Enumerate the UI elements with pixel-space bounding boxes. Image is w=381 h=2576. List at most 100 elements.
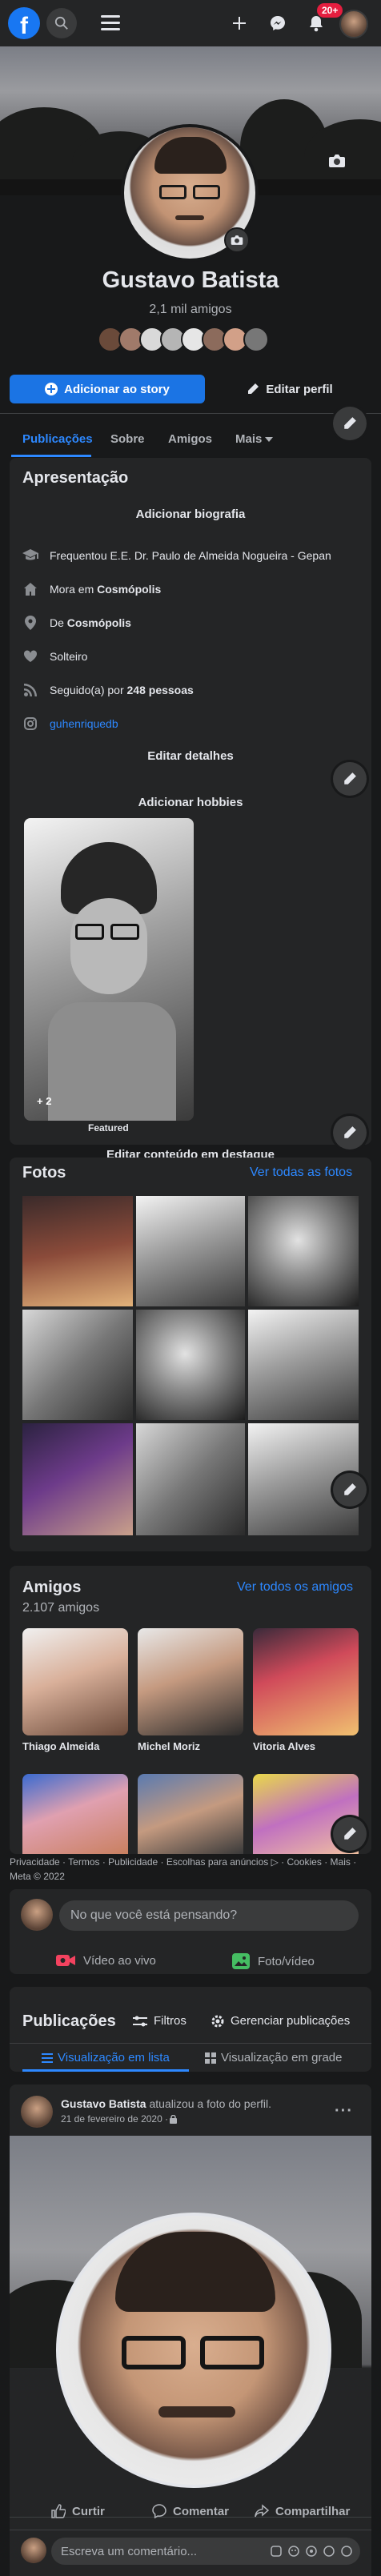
sticker-face-icon[interactable] bbox=[341, 2546, 352, 2557]
featured-more-count: + 2 bbox=[37, 1095, 52, 1107]
post-author-name[interactable]: Gustavo Batista bbox=[61, 2097, 146, 2110]
post-header-text: Gustavo Batista atualizou a foto do perf… bbox=[61, 2097, 325, 2110]
followers-count[interactable]: 248 pessoas bbox=[127, 684, 194, 696]
pencil-icon bbox=[344, 772, 356, 784]
pencil-icon bbox=[344, 1483, 356, 1495]
photo-thumbnail[interactable] bbox=[248, 1196, 359, 1306]
thumbs-up-icon bbox=[51, 2504, 66, 2518]
photo-video-label: Foto/vídeo bbox=[258, 1954, 315, 1968]
live-video-icon bbox=[56, 1955, 75, 1966]
facebook-logo[interactable]: f bbox=[8, 7, 40, 39]
composer-input[interactable]: No que você está pensando? bbox=[59, 1900, 359, 1931]
profile-camera-icon[interactable] bbox=[224, 227, 250, 253]
grid-view-tab[interactable]: Visualização em grade bbox=[205, 2051, 342, 2064]
location-pin-icon bbox=[22, 615, 38, 631]
comment-label: Comentar bbox=[173, 2504, 230, 2518]
relationship-text: Solteiro bbox=[50, 650, 88, 663]
edit-fab-button[interactable] bbox=[333, 1817, 367, 1851]
photo-video-button[interactable]: Foto/vídeo bbox=[232, 1953, 315, 1969]
comment-input[interactable]: Escreva um comentário... bbox=[51, 2538, 360, 2565]
more-options-icon[interactable]: ··· bbox=[335, 2102, 353, 2121]
friend-name[interactable]: Vitoria Alves bbox=[253, 1740, 315, 1752]
list-view-label: Visualização em lista bbox=[58, 2051, 170, 2064]
intro-relationship: Solteiro bbox=[22, 648, 87, 664]
intro-from: De Cosmópolis bbox=[22, 615, 131, 631]
friend-photo[interactable] bbox=[253, 1628, 359, 1735]
pencil-icon bbox=[344, 1828, 356, 1840]
friend-photo[interactable] bbox=[22, 1774, 128, 1854]
comment-button[interactable]: Comentar bbox=[152, 2504, 229, 2518]
featured-label: Featured bbox=[88, 1122, 129, 1134]
intro-education: Frequentou E.E. Dr. Paulo de Almeida Nog… bbox=[22, 548, 331, 564]
share-label: Compartilhar bbox=[275, 2504, 351, 2518]
list-icon bbox=[42, 2052, 53, 2063]
edit-fab-button[interactable] bbox=[333, 1473, 367, 1507]
lock-icon bbox=[170, 2114, 178, 2124]
intro-lives-in: Mora em Cosmópolis bbox=[22, 581, 161, 597]
composer-avatar[interactable] bbox=[21, 1899, 53, 1931]
comment-avatar[interactable] bbox=[21, 2538, 46, 2563]
lives-in-city[interactable]: Cosmópolis bbox=[97, 583, 161, 596]
menu-icon[interactable] bbox=[101, 14, 120, 32]
edit-fab-button[interactable] bbox=[333, 407, 367, 440]
profile-name: Gustavo Batista bbox=[102, 267, 279, 293]
edit-profile-button[interactable]: Editar perfil bbox=[240, 375, 339, 403]
photo-thumbnail[interactable] bbox=[136, 1310, 245, 1420]
see-all-photos-link[interactable]: Ver todas as fotos bbox=[250, 1166, 352, 1180]
search-icon[interactable] bbox=[46, 8, 77, 38]
plus-icon[interactable] bbox=[224, 8, 255, 38]
add-to-story-button[interactable]: Adicionar ao story bbox=[10, 375, 205, 403]
footer-links[interactable]: Privacidade · Termos · Publicidade · Esc… bbox=[10, 1856, 375, 1869]
plus-circle-icon bbox=[45, 383, 58, 395]
emoji-icon[interactable] bbox=[288, 2546, 299, 2557]
photo-thumbnail[interactable] bbox=[248, 1310, 359, 1420]
messenger-icon[interactable] bbox=[263, 8, 293, 38]
account-avatar[interactable] bbox=[339, 10, 368, 38]
filters-label: Filtros bbox=[154, 2014, 186, 2028]
education-text: Frequentou E.E. Dr. Paulo de Almeida Nog… bbox=[50, 549, 331, 562]
filters-button[interactable]: Filtros bbox=[133, 2014, 186, 2028]
add-bio-button[interactable]: Adicionar biografia bbox=[0, 508, 381, 521]
followers-prefix: Seguido(a) por bbox=[50, 684, 127, 696]
see-all-friends-link[interactable]: Ver todos os amigos bbox=[237, 1580, 353, 1595]
featured-collection[interactable] bbox=[24, 818, 194, 1121]
edit-details-button[interactable]: Editar detalhes bbox=[0, 749, 381, 763]
manage-posts-button[interactable]: Gerenciar publicações bbox=[211, 2014, 350, 2028]
camera-icon[interactable] bbox=[306, 2546, 317, 2557]
like-button[interactable]: Curtir bbox=[51, 2504, 105, 2518]
post-date[interactable]: 21 de fevereiro de 2020 · bbox=[61, 2113, 168, 2125]
list-view-tab[interactable]: Visualização em lista bbox=[42, 2051, 170, 2064]
friend-photo[interactable] bbox=[138, 1774, 243, 1854]
friend-photo[interactable] bbox=[22, 1628, 128, 1735]
from-city[interactable]: Cosmópolis bbox=[67, 616, 131, 629]
from-prefix: De bbox=[50, 616, 67, 629]
photo-thumbnail[interactable] bbox=[22, 1423, 133, 1535]
add-hobbies-button[interactable]: Adicionar hobbies bbox=[0, 796, 381, 809]
photo-thumbnail[interactable] bbox=[22, 1310, 133, 1420]
share-button[interactable]: Compartilhar bbox=[255, 2504, 350, 2518]
tab-mais[interactable]: Mais bbox=[235, 432, 274, 446]
live-video-button[interactable]: Vídeo ao vivo bbox=[56, 1953, 156, 1968]
post-image[interactable] bbox=[10, 2136, 371, 2517]
friend-name[interactable]: Thiago Almeida bbox=[22, 1740, 99, 1752]
instagram-link[interactable]: guhenriquedb bbox=[50, 717, 118, 730]
cover-camera-icon[interactable] bbox=[328, 154, 346, 168]
edit-fab-button[interactable] bbox=[333, 1116, 367, 1150]
gif-icon[interactable] bbox=[323, 2546, 335, 2557]
friend-photo[interactable] bbox=[138, 1628, 243, 1735]
photo-thumbnail[interactable] bbox=[136, 1196, 245, 1306]
friends-total: 2.107 amigos bbox=[22, 1601, 100, 1615]
sticker-icon[interactable] bbox=[271, 2546, 282, 2557]
pencil-icon bbox=[248, 383, 259, 394]
tab-publicacoes[interactable]: Publicações bbox=[22, 432, 93, 446]
photo-thumbnail[interactable] bbox=[22, 1196, 133, 1306]
intro-title: Apresentação bbox=[22, 469, 129, 487]
friend-name[interactable]: Michel Moriz bbox=[138, 1740, 200, 1752]
friends-count[interactable]: 2,1 mil amigos bbox=[0, 303, 381, 317]
photo-thumbnail[interactable] bbox=[136, 1423, 245, 1535]
edit-fab-button[interactable] bbox=[333, 762, 367, 796]
intro-followers: Seguido(a) por 248 pessoas bbox=[22, 682, 194, 698]
post-author-avatar[interactable] bbox=[21, 2096, 53, 2128]
tab-sobre[interactable]: Sobre bbox=[110, 432, 145, 446]
tab-amigos[interactable]: Amigos bbox=[168, 432, 212, 446]
